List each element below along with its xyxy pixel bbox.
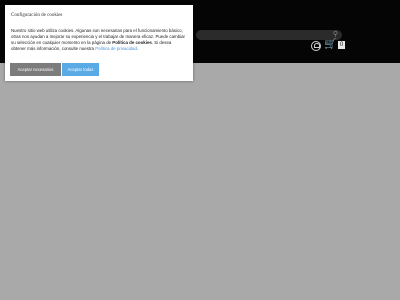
cart-count-badge[interactable]: 0	[338, 41, 345, 49]
accept-all-button[interactable]: Aceptar todas	[62, 63, 99, 76]
accept-necessary-button[interactable]: Aceptar necesarios	[10, 63, 61, 76]
cookie-policy-bold: Política de cookies	[112, 40, 152, 45]
page-overlay	[0, 63, 400, 300]
privacy-policy-link[interactable]: Política de privacidad	[95, 46, 137, 51]
user-icon[interactable]	[311, 41, 321, 51]
cookie-text-part-3: .	[136, 46, 139, 51]
cookie-description: Nuestro sitio web utiliza cookies. Algun…	[11, 28, 187, 52]
search-icon[interactable]: ⚲	[333, 31, 338, 39]
cart-icon[interactable]: 🛒	[324, 40, 336, 50]
cookie-settings-dialog: Configuración de cookies Nuestro sitio w…	[5, 5, 193, 81]
dialog-title: Configuración de cookies	[11, 13, 63, 18]
search-input[interactable]: ⚲	[196, 30, 342, 40]
